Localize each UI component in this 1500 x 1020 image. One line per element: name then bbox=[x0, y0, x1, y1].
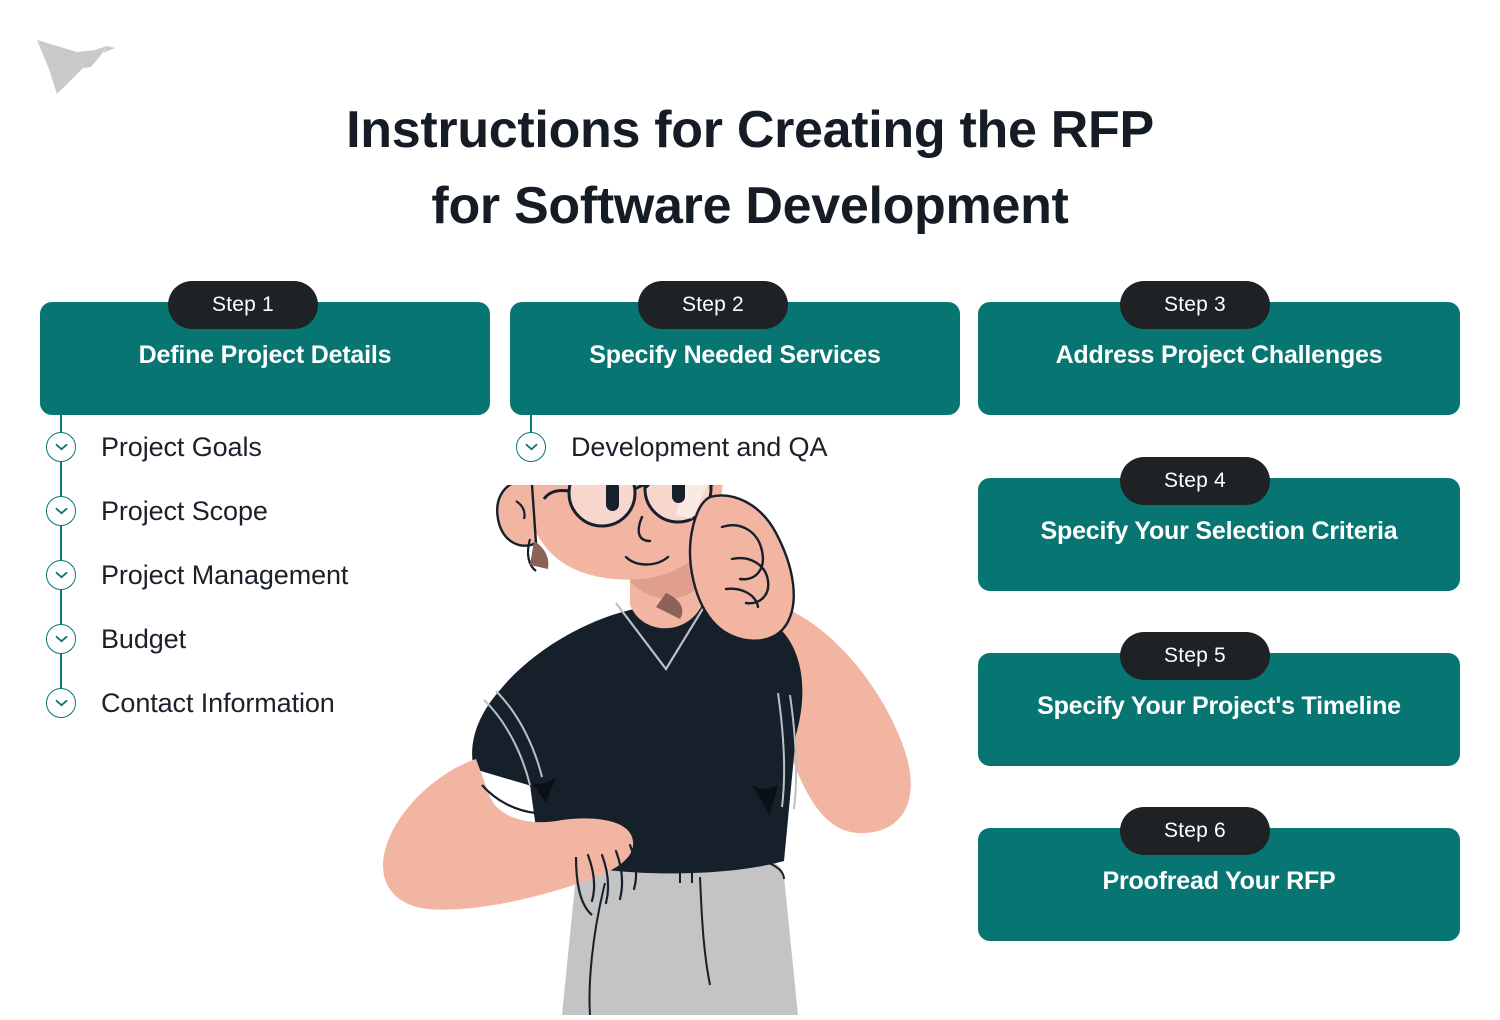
step-badge-5: Step 5 bbox=[1120, 632, 1270, 680]
step-badge-4: Step 4 bbox=[1120, 457, 1270, 505]
chevron-down-icon bbox=[46, 624, 76, 654]
list-item-label: Contact Information bbox=[101, 687, 335, 718]
list-item-label: Project Goals bbox=[101, 431, 262, 462]
step-badge-6: Step 6 bbox=[1120, 807, 1270, 855]
list-item-label: Project Management bbox=[101, 559, 349, 590]
step-badge-3: Step 3 bbox=[1120, 281, 1270, 329]
chevron-down-icon bbox=[46, 496, 76, 526]
list-item[interactable]: Budget bbox=[40, 607, 348, 671]
list-item[interactable]: Development and QA bbox=[510, 415, 827, 479]
list-item[interactable]: Project Goals bbox=[40, 415, 348, 479]
page-title-line-2: for Software Development bbox=[431, 176, 1069, 235]
chevron-down-icon bbox=[516, 432, 546, 462]
step-badge-2: Step 2 bbox=[638, 281, 788, 329]
chevron-down-icon bbox=[46, 432, 76, 462]
list-item-label: Project Scope bbox=[101, 495, 268, 526]
step-1-sub-list: Project Goals Project Scope Project Mana… bbox=[40, 415, 348, 735]
list-item[interactable]: Contact Information bbox=[40, 671, 348, 735]
list-item-label: Budget bbox=[101, 623, 186, 654]
list-item[interactable]: Project Management bbox=[40, 543, 348, 607]
origami-bird-icon bbox=[33, 22, 119, 96]
chevron-down-icon bbox=[46, 560, 76, 590]
step-2-sub-list: Development and QA bbox=[510, 415, 827, 479]
page-title: Instructions for Creating the RFP for So… bbox=[0, 92, 1500, 244]
chevron-down-icon bbox=[46, 688, 76, 718]
page-title-line-1: Instructions for Creating the RFP bbox=[346, 100, 1154, 159]
list-item-label: Development and QA bbox=[571, 431, 828, 462]
list-item[interactable]: Project Scope bbox=[40, 479, 348, 543]
thinking-man-illustration bbox=[380, 485, 980, 1015]
step-badge-1: Step 1 bbox=[168, 281, 318, 329]
